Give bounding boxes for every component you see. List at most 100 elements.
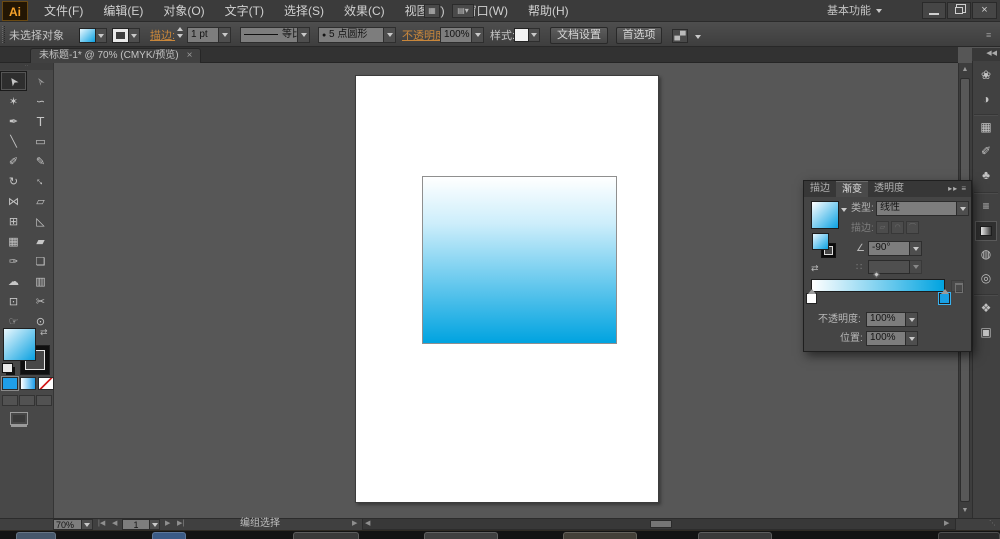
transparency-panel-button[interactable]: ◍ bbox=[975, 245, 997, 265]
gradient-angle-field[interactable]: -90° bbox=[868, 241, 910, 256]
tools-panel-grip[interactable]: ∙∙ bbox=[0, 63, 53, 70]
brush-definition-field[interactable]: ● 5 点圆形 bbox=[318, 27, 384, 43]
gradient-type-field[interactable]: 线性 bbox=[876, 201, 957, 216]
gradient-panel-button[interactable] bbox=[975, 221, 997, 241]
stroke-panel-link[interactable]: 描边: bbox=[150, 29, 175, 44]
scale-tool[interactable]: ↔ bbox=[27, 171, 54, 191]
stroke-color-dropdown[interactable] bbox=[129, 28, 140, 43]
draw-normal-mode-button[interactable] bbox=[2, 395, 18, 406]
preferences-button[interactable]: 首选项 bbox=[616, 27, 662, 44]
direct-selection-tool[interactable]: ➢ bbox=[27, 71, 54, 91]
layers-panel-button[interactable]: ❖ bbox=[975, 299, 997, 319]
next-artboard-icon[interactable]: ▶ bbox=[165, 518, 170, 530]
pencil-tool[interactable]: ✎ bbox=[27, 151, 54, 171]
gradient-tool[interactable]: ▰ bbox=[27, 231, 54, 251]
close-button[interactable]: × bbox=[972, 2, 997, 19]
document-tab[interactable]: 未标题-1* @ 70% (CMYK/预览) × bbox=[30, 48, 202, 63]
workspace-switcher[interactable]: 基本功能 bbox=[827, 0, 882, 22]
lasso-tool[interactable]: ∽ bbox=[27, 91, 54, 111]
menu-object[interactable]: 对象(O) bbox=[153, 0, 214, 22]
artboards-panel-button[interactable]: ▣ bbox=[975, 323, 997, 343]
opacity-dropdown[interactable] bbox=[472, 27, 484, 43]
gradient-preview-swatch[interactable] bbox=[811, 201, 839, 229]
panel-options-icon[interactable]: ▄▀ bbox=[672, 29, 688, 43]
taskbar-item[interactable] bbox=[293, 532, 359, 539]
perspective-grid-tool[interactable]: ◺ bbox=[27, 211, 54, 231]
width-tool[interactable]: ⋈ bbox=[0, 191, 27, 211]
symbols-panel-button[interactable]: ♣ bbox=[975, 166, 997, 186]
status-menu-icon[interactable]: ▶ bbox=[352, 518, 357, 530]
stroke-weight-stepper[interactable] bbox=[177, 27, 183, 38]
stroke-panel-button[interactable]: ≡ bbox=[975, 197, 997, 217]
mesh-tool[interactable]: ▦ bbox=[0, 231, 27, 251]
menu-file[interactable]: 文件(F) bbox=[34, 0, 93, 22]
zoom-level-field[interactable]: 70% bbox=[53, 519, 82, 530]
tab-transparency[interactable]: 透明度 bbox=[868, 181, 910, 197]
panel-options-dropdown[interactable] bbox=[692, 30, 703, 43]
column-graph-tool[interactable]: ▥ bbox=[27, 271, 54, 291]
opacity-field[interactable]: 100% bbox=[440, 27, 472, 43]
stroke-color-swatch[interactable] bbox=[112, 28, 129, 43]
menu-effect[interactable]: 效果(C) bbox=[334, 0, 395, 22]
default-fill-stroke-icon[interactable] bbox=[2, 363, 13, 373]
menu-help[interactable]: 帮助(H) bbox=[518, 0, 579, 22]
fill-color-swatch[interactable] bbox=[79, 28, 96, 43]
menu-type[interactable]: 文字(T) bbox=[215, 0, 274, 22]
artboard-number-field[interactable]: 1 bbox=[122, 519, 150, 530]
taskbar-item[interactable] bbox=[152, 532, 186, 539]
start-orb[interactable] bbox=[16, 532, 56, 539]
color-button[interactable] bbox=[2, 377, 18, 390]
stop-location-dropdown[interactable] bbox=[906, 331, 918, 346]
panel-collapse-icon[interactable]: ▸▸ bbox=[948, 184, 958, 193]
artboard-tool[interactable]: ⊡ bbox=[0, 291, 27, 311]
stop-opacity-dropdown[interactable] bbox=[906, 312, 918, 327]
document-setup-button[interactable]: 文档设置 bbox=[550, 27, 608, 44]
appearance-panel-button[interactable]: ◎ bbox=[975, 269, 997, 289]
width-profile-field[interactable]: 等比 bbox=[240, 27, 298, 43]
taskbar-item[interactable] bbox=[698, 532, 772, 539]
gradient-stop-blue[interactable] bbox=[939, 289, 950, 304]
stroke-weight-dropdown[interactable] bbox=[219, 27, 231, 43]
shape-builder-tool[interactable]: ⊞ bbox=[0, 211, 27, 231]
stop-location-field[interactable]: 100% bbox=[866, 331, 906, 346]
fill-color-dropdown[interactable] bbox=[96, 28, 107, 43]
free-transform-tool[interactable]: ▱ bbox=[27, 191, 54, 211]
swap-fill-stroke-icon[interactable]: ⇄ bbox=[40, 327, 48, 338]
draw-behind-mode-button[interactable] bbox=[19, 395, 35, 406]
taskbar-item[interactable] bbox=[563, 532, 637, 539]
gradient-fill-proxy[interactable] bbox=[812, 233, 829, 250]
screen-mode-button[interactable] bbox=[10, 412, 28, 425]
none-button[interactable] bbox=[38, 377, 54, 390]
draw-inside-mode-button[interactable] bbox=[36, 395, 52, 406]
paintbrush-tool[interactable]: ✐ bbox=[0, 151, 27, 171]
rectangle-tool[interactable]: ▭ bbox=[27, 131, 54, 151]
restore-button[interactable] bbox=[947, 2, 971, 19]
type-tool[interactable]: T bbox=[27, 111, 54, 131]
gradient-angle-dropdown[interactable] bbox=[910, 241, 922, 256]
control-bar-menu-icon[interactable]: ≡ bbox=[986, 28, 991, 43]
slice-tool[interactable]: ✂ bbox=[27, 291, 54, 311]
horizontal-scrollbar-thumb[interactable] bbox=[650, 520, 672, 528]
gradient-button[interactable] bbox=[20, 377, 36, 390]
fill-proxy-swatch[interactable] bbox=[3, 328, 36, 361]
dock-collapse-button[interactable]: ◀◀ bbox=[972, 48, 1000, 61]
resize-grip[interactable]: ⋱ bbox=[958, 519, 1000, 530]
minimize-button[interactable] bbox=[922, 2, 946, 19]
reverse-gradient-icon[interactable]: ⇄ bbox=[811, 261, 819, 275]
rotate-tool[interactable]: ↻ bbox=[0, 171, 27, 191]
style-dropdown[interactable] bbox=[529, 28, 540, 42]
color-panel-button[interactable]: ❀ bbox=[975, 66, 997, 86]
gradient-type-dropdown[interactable] bbox=[957, 201, 969, 216]
scroll-down-icon[interactable]: ▼ bbox=[959, 506, 971, 516]
gradient-rectangle-object[interactable] bbox=[422, 176, 617, 344]
menu-edit[interactable]: 编辑(E) bbox=[93, 0, 153, 22]
menu-select[interactable]: 选择(S) bbox=[274, 0, 334, 22]
gradient-slider-bar[interactable] bbox=[811, 279, 945, 292]
eyedropper-tool[interactable]: ✑ bbox=[0, 251, 27, 271]
scroll-left-icon[interactable]: ◀ bbox=[365, 518, 370, 530]
previous-artboard-icon[interactable]: ◀ bbox=[112, 518, 117, 530]
brushes-panel-button[interactable]: ✐ bbox=[975, 142, 997, 162]
style-swatch[interactable] bbox=[514, 28, 529, 42]
scroll-up-icon[interactable]: ▲ bbox=[959, 65, 971, 75]
tab-gradient[interactable]: 渐变 bbox=[836, 181, 868, 197]
